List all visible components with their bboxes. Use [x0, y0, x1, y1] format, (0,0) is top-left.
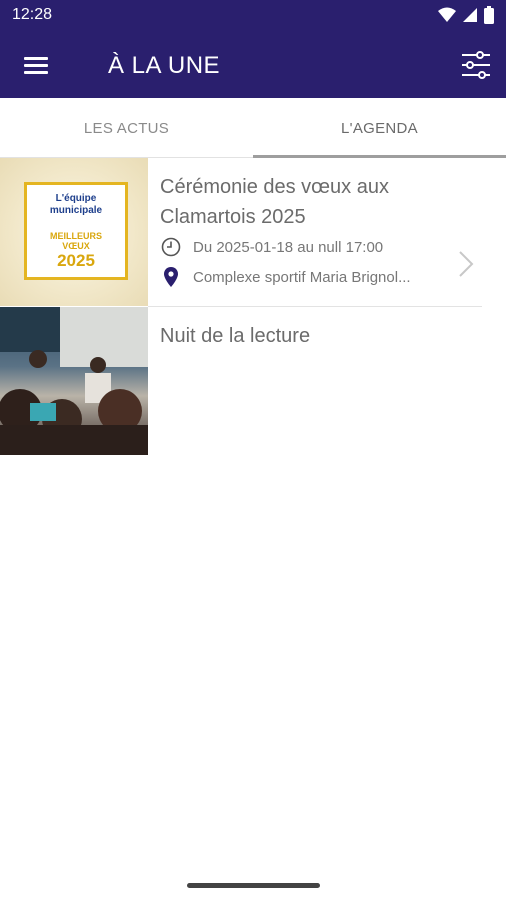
tab-les-actus[interactable]: LES ACTUS: [0, 98, 253, 158]
event-date-row: Du 2025-01-18 au null 17:00: [160, 236, 433, 258]
battery-icon: [484, 6, 494, 24]
voeux-line: MEILLEURS: [49, 231, 102, 241]
reading-night-photo: [0, 307, 148, 455]
tab-agenda[interactable]: L'AGENDA: [253, 98, 506, 158]
location-pin-icon: [160, 266, 182, 288]
wifi-icon: [438, 7, 456, 22]
event-location: Complexe sportif Maria Brignol...: [193, 268, 411, 286]
status-bar: 12:28: [0, 0, 506, 32]
voeux-line: VŒUX: [62, 241, 90, 251]
page-title: À LA UNE: [108, 52, 221, 79]
menu-button[interactable]: [16, 45, 56, 85]
agenda-list: L'équipe municipale MEILLEURS VŒUX 2025 …: [0, 158, 506, 456]
event-title: Cérémonie des vœux aux Clamartois 2025: [160, 176, 389, 228]
event-date: Du 2025-01-18 au null 17:00: [193, 238, 384, 256]
clock-icon: [160, 236, 182, 258]
voeux-line: municipale: [49, 205, 103, 216]
event-thumbnail: L'équipe municipale MEILLEURS VŒUX 2025: [0, 158, 148, 306]
event-location-row: Complexe sportif Maria Brignol...: [160, 266, 433, 288]
chevron-right-icon: [459, 251, 474, 277]
hamburger-menu-icon: [24, 57, 48, 74]
event-title: Nuit de la lecture: [160, 325, 311, 347]
signal-icon: [463, 8, 477, 22]
tab-bar: LES ACTUS L'AGENDA: [0, 98, 506, 158]
voeux-line: 2025: [57, 251, 95, 270]
sliders-filter-icon: [462, 51, 490, 79]
event-thumbnail: [0, 307, 148, 455]
voeux-card-image: L'équipe municipale MEILLEURS VŒUX 2025: [24, 182, 128, 280]
status-icons: [438, 6, 494, 24]
app-bar: À LA UNE: [0, 32, 506, 98]
voeux-line: L'équipe: [55, 193, 97, 204]
status-time: 12:28: [12, 6, 53, 23]
list-item[interactable]: Nuit de la lecture: [0, 307, 506, 456]
filter-button[interactable]: [456, 45, 496, 85]
list-item[interactable]: L'équipe municipale MEILLEURS VŒUX 2025 …: [0, 158, 506, 307]
home-indicator: [187, 883, 320, 888]
